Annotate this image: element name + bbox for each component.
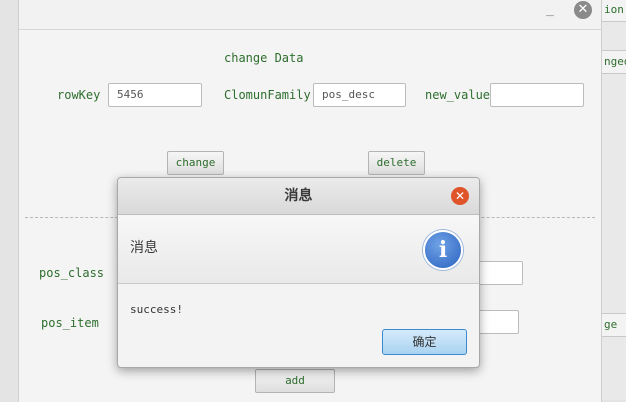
pos-class-label: pos_class xyxy=(39,266,105,280)
pos-item-label: pos_item xyxy=(41,316,99,330)
dialog-title-bar: 消息 ✕ xyxy=(118,178,479,215)
minimize-button[interactable]: _ xyxy=(544,3,556,16)
close-icon: ✕ xyxy=(577,2,589,17)
ok-button[interactable]: 确定 xyxy=(382,329,467,355)
change-button[interactable]: change xyxy=(167,151,224,175)
dialog-title: 消息 xyxy=(284,188,313,204)
info-icon: i xyxy=(423,230,463,270)
rowkey-label: rowKey xyxy=(57,88,101,102)
pos-class-right-input[interactable] xyxy=(477,261,523,285)
background-window-fragment: ge xyxy=(600,313,626,337)
change-data-heading: change Data xyxy=(224,51,304,65)
delete-button[interactable]: delete xyxy=(368,151,425,175)
dialog-message: success! xyxy=(130,303,183,316)
close-icon: ✕ xyxy=(454,189,466,203)
window-close-button[interactable]: ✕ xyxy=(574,1,592,19)
column-family-label: ClomunFamily xyxy=(224,88,311,102)
message-dialog: 消息 ✕ 消息 i success! 确定 xyxy=(117,177,480,368)
new-value-label: new_value xyxy=(425,88,491,102)
dialog-header: 消息 i xyxy=(118,215,479,284)
background-window: ion nged ge xyxy=(600,0,626,400)
background-window-fragment: nged xyxy=(600,50,626,74)
dialog-header-text: 消息 xyxy=(130,240,158,256)
title-bar: _ ✕ xyxy=(19,0,601,30)
add-button[interactable]: add xyxy=(255,369,335,393)
dialog-close-button[interactable]: ✕ xyxy=(451,187,469,205)
background-window-fragment: ion xyxy=(600,0,626,22)
pos-item-right-input[interactable] xyxy=(477,310,519,334)
rowkey-input[interactable]: 5456 xyxy=(108,83,202,107)
new-value-input[interactable] xyxy=(490,83,584,107)
column-family-input[interactable]: pos_desc xyxy=(313,83,406,107)
